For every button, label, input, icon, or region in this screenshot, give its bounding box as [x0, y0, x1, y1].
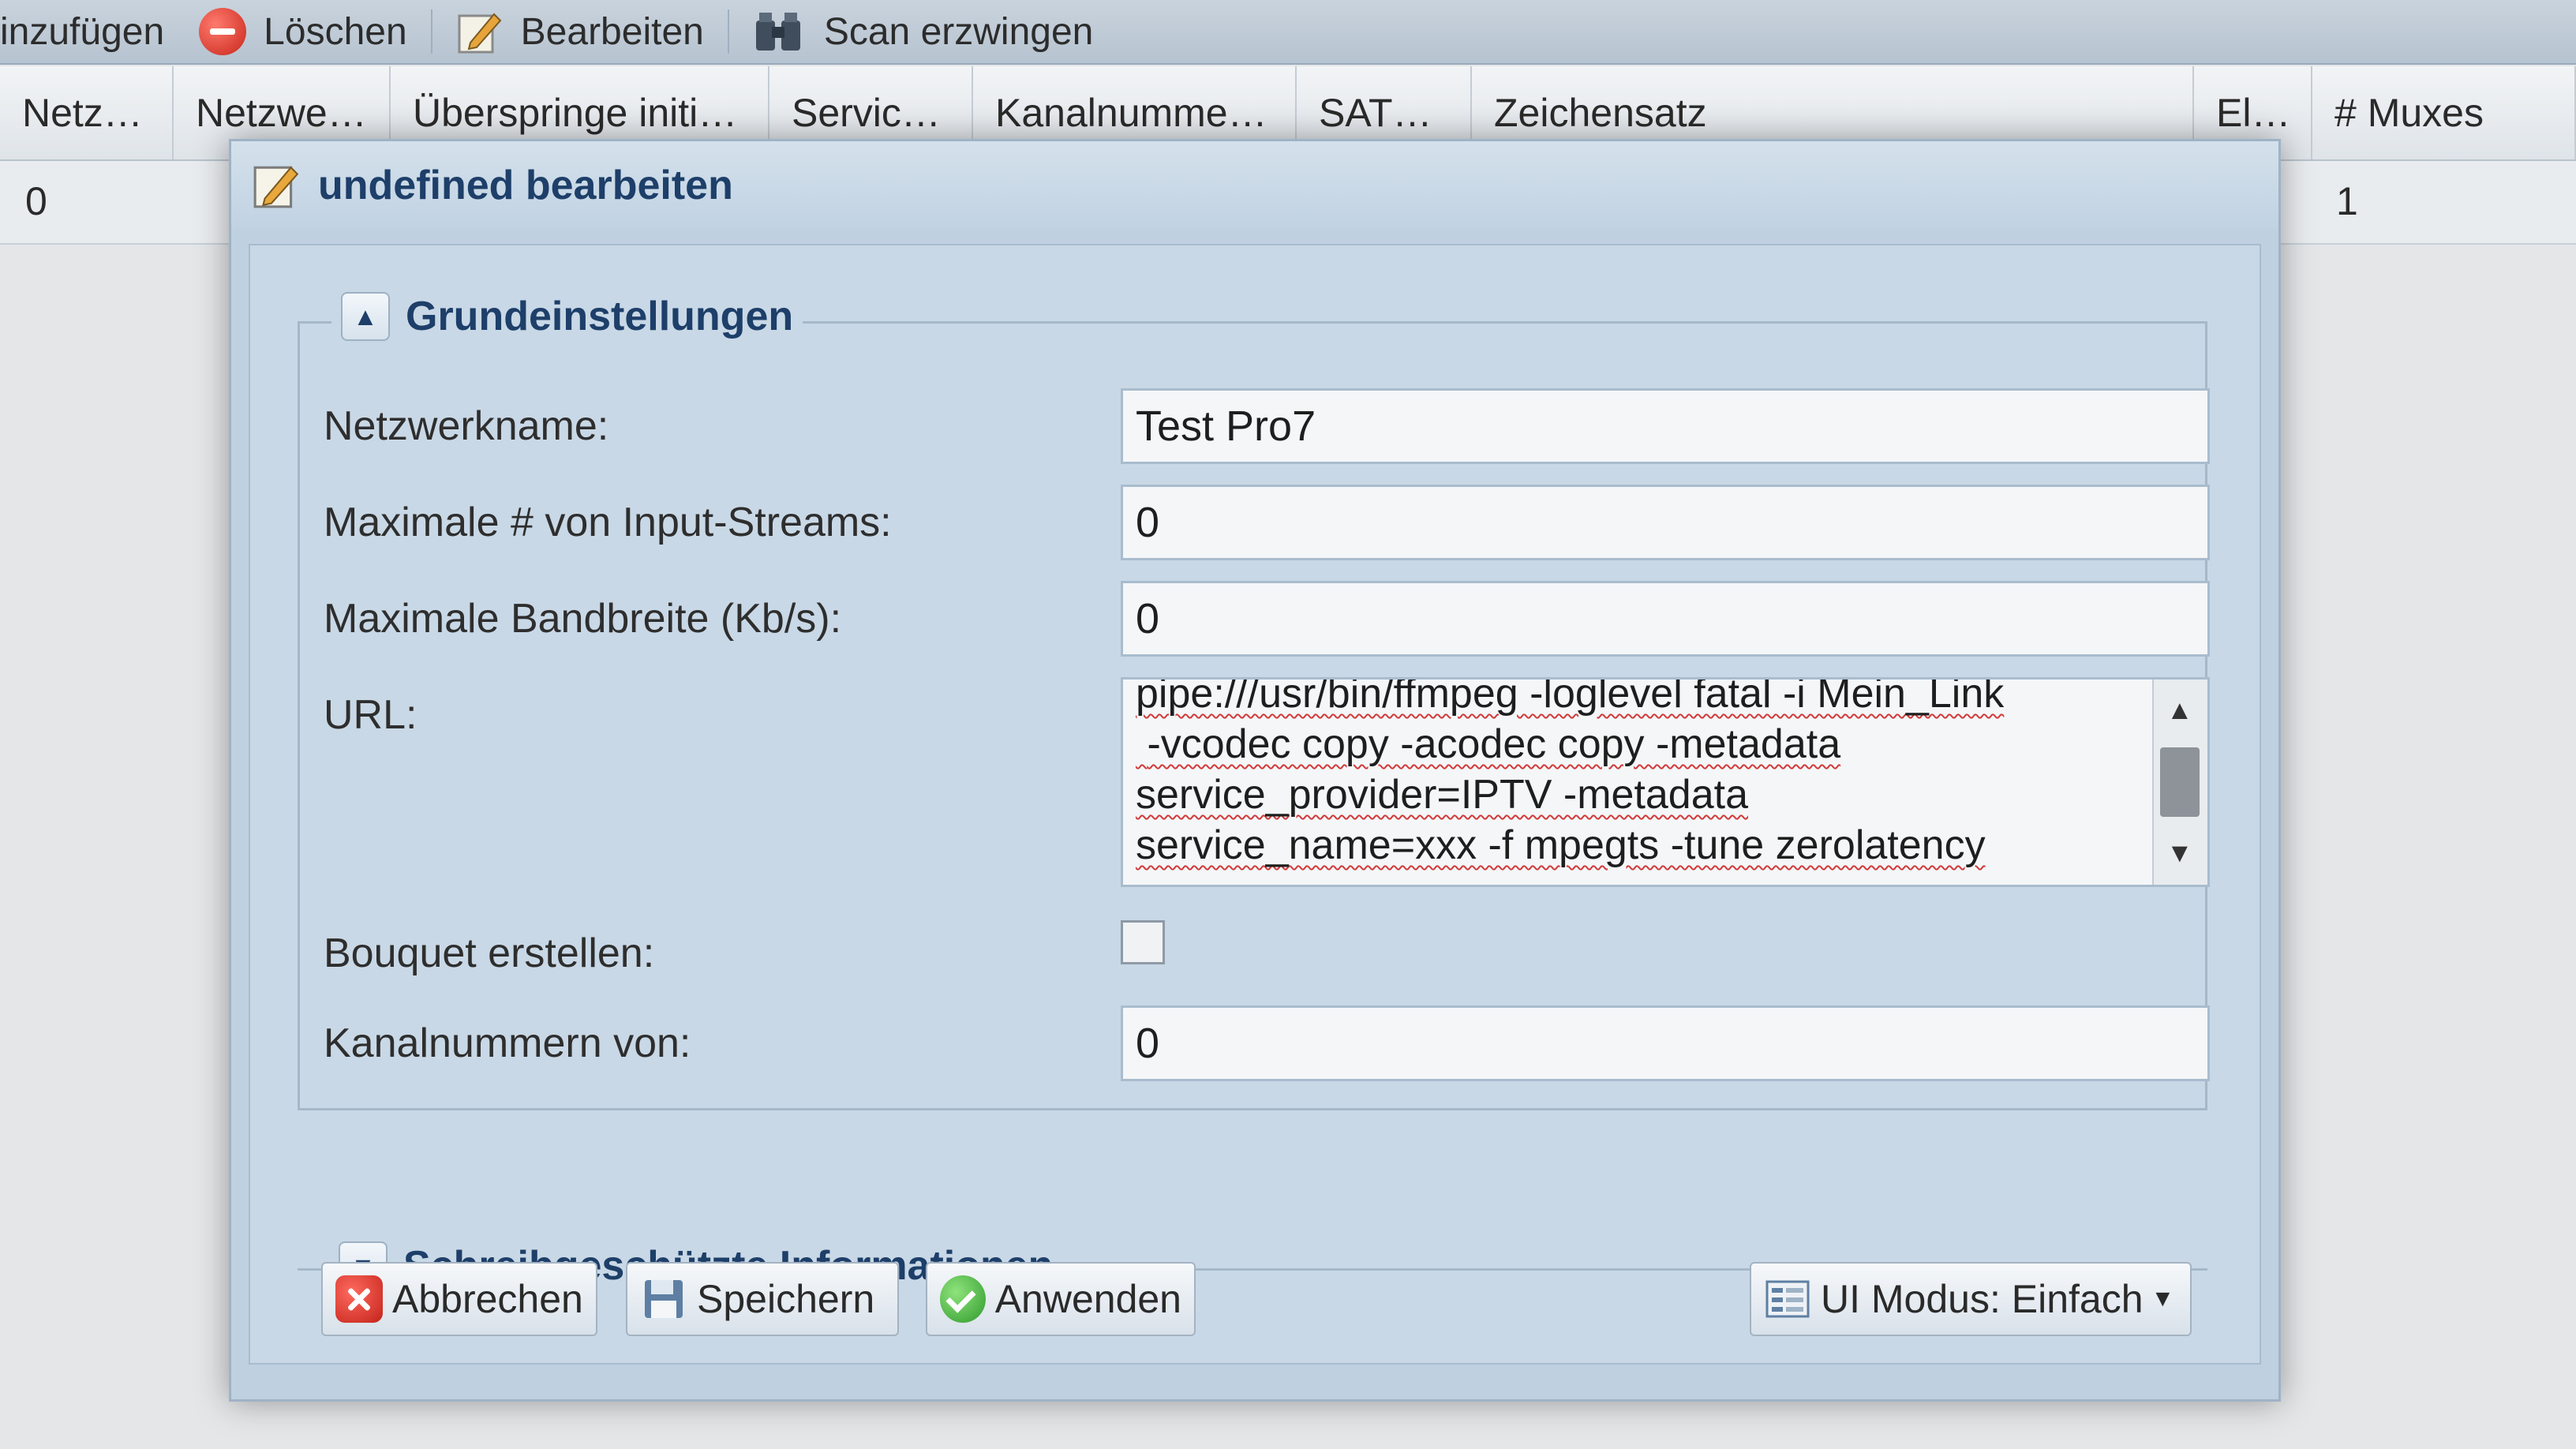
url-label: URL:	[324, 692, 417, 738]
table-cell: 0	[25, 179, 47, 223]
max-streams-label: Maximale # von Input-Streams:	[324, 500, 892, 545]
delete-button[interactable]: Löschen	[182, 4, 424, 59]
edit-button[interactable]: Bearbeiten	[439, 4, 721, 59]
force-scan-label: Scan erzwingen	[823, 10, 1094, 53]
max-streams-row: Maximale # von Input-Streams:	[324, 485, 2210, 564]
cancel-icon	[335, 1275, 383, 1323]
channel-numbers-label: Kanalnummern von:	[324, 1020, 691, 1066]
edit-dialog: undefined bearbeiten ▲ Grundeinstellunge…	[229, 139, 2281, 1402]
apply-button-label: Anwenden	[994, 1277, 1181, 1321]
basic-settings-legend: ▲ Grundeinstellungen	[331, 292, 803, 341]
url-textarea[interactable]: pipe:///usr/bin/ffmpeg -loglevel fatal -…	[1121, 677, 2210, 887]
dialog-title: undefined bearbeiten	[318, 163, 733, 208]
create-bouquet-checkbox[interactable]	[1121, 920, 1165, 964]
create-bouquet-row: Bouquet erstellen:	[324, 915, 2202, 994]
url-textarea-text[interactable]: pipe:///usr/bin/ffmpeg -loglevel fatal -…	[1136, 680, 2130, 871]
network-name-input[interactable]	[1121, 388, 2210, 464]
caret-down-icon: ▼	[2151, 1286, 2175, 1312]
ui-mode-label: UI Modus: Einfach	[1821, 1277, 2144, 1321]
edit-icon	[458, 13, 502, 54]
main-toolbar: inzufügen Löschen Bearbeiten Scan erzwin…	[0, 0, 2576, 65]
binoculars-icon	[755, 13, 800, 51]
network-name-label: Netzwerkname:	[324, 403, 609, 449]
add-button-label: inzufügen	[0, 10, 165, 53]
url-scrollbar[interactable]: ▲ ▼	[2152, 680, 2207, 885]
save-icon	[645, 1280, 683, 1318]
collapse-toggle[interactable]: ▲	[341, 292, 390, 341]
save-button[interactable]: Speichern	[626, 1262, 899, 1336]
max-bandwidth-row: Maximale Bandbreite (Kb/s):	[324, 581, 2210, 660]
channel-numbers-input[interactable]	[1121, 1005, 2210, 1081]
add-button[interactable]: inzufügen	[0, 4, 182, 59]
apply-button[interactable]: Anwenden	[926, 1262, 1196, 1336]
edit-icon	[253, 166, 299, 208]
channel-numbers-row: Kanalnummern von:	[324, 1005, 2210, 1084]
cancel-button-label: Abbrechen	[392, 1277, 583, 1321]
scroll-down-icon[interactable]: ▼	[2166, 838, 2193, 869]
url-row: URL: pipe:///usr/bin/ffmpeg -loglevel fa…	[324, 677, 2210, 890]
basic-settings-fieldset: ▲ Grundeinstellungen Netzwerkname: Maxim…	[298, 292, 2210, 1110]
force-scan-button[interactable]: Scan erzwingen	[736, 4, 1111, 59]
table-cell: 1	[2336, 179, 2358, 223]
network-name-row: Netzwerkname:	[324, 388, 2210, 467]
max-bandwidth-label: Maximale Bandbreite (Kb/s):	[324, 596, 842, 642]
toolbar-separator	[727, 9, 729, 54]
save-button-label: Speichern	[697, 1277, 875, 1321]
section-title: Grundeinstellungen	[406, 294, 794, 339]
delete-button-label: Löschen	[264, 10, 407, 53]
max-bandwidth-input[interactable]	[1121, 581, 2210, 657]
edit-button-label: Bearbeiten	[520, 10, 704, 53]
ui-mode-dropdown[interactable]: UI Modus: Einfach ▼	[1750, 1262, 2192, 1336]
dialog-body: ▲ Grundeinstellungen Netzwerkname: Maxim…	[249, 244, 2261, 1365]
column-header[interactable]: Netz…	[0, 66, 174, 159]
scrollbar-thumb[interactable]	[2160, 747, 2200, 817]
create-bouquet-label: Bouquet erstellen:	[324, 930, 655, 976]
dialog-title-bar[interactable]: undefined bearbeiten	[231, 141, 2278, 230]
max-streams-input[interactable]	[1121, 485, 2210, 560]
column-header[interactable]: # Muxes	[2312, 66, 2576, 159]
check-icon	[940, 1275, 986, 1323]
cancel-button[interactable]: Abbrechen	[321, 1262, 597, 1336]
toolbar-separator	[430, 9, 432, 54]
form-layout-icon	[1765, 1280, 1810, 1318]
scroll-up-icon[interactable]: ▲	[2166, 695, 2193, 726]
chevron-up-icon: ▲	[353, 301, 378, 331]
delete-icon	[199, 8, 247, 55]
